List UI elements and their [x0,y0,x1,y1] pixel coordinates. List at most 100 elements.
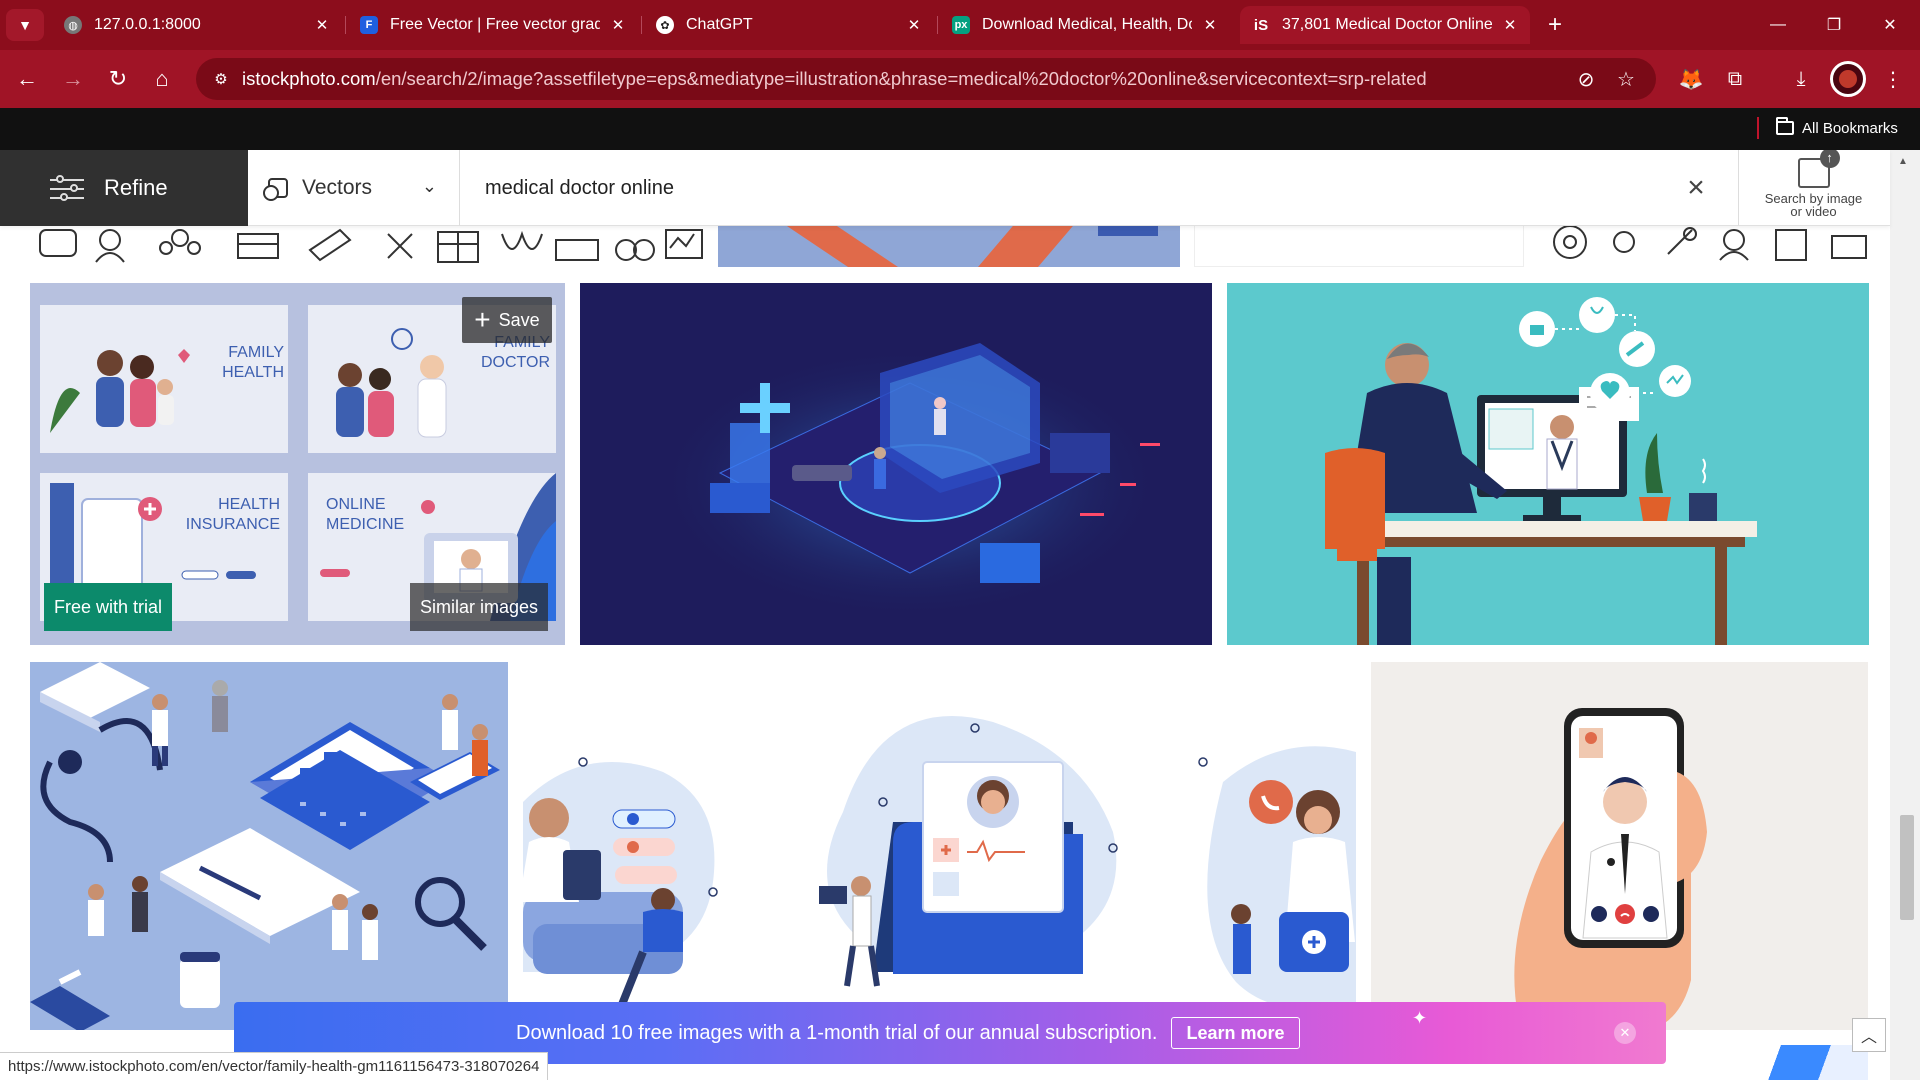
site-settings-icon[interactable]: ⚙ [208,70,234,88]
tab-localhost[interactable]: ◍ 127.0.0.1:8000 ✕ [52,6,342,44]
profile-avatar[interactable] [1830,61,1866,97]
similar-images-button[interactable]: Similar images [410,583,549,631]
tab-search-button[interactable]: ▼ [6,9,44,41]
card-label: INSURANCE [185,516,280,533]
search-by-image-button[interactable]: Search by image or video [1738,150,1888,226]
scrollbar-thumb[interactable] [1900,815,1914,920]
close-icon[interactable]: ✕ [904,15,924,35]
reload-button[interactable]: ↻ [103,64,133,94]
address-bar[interactable]: ⚙ istockphoto.com/en/search/2/image?asse… [196,58,1656,100]
asset-type-label: Vectors [302,176,373,199]
home-button[interactable]: ⌂ [147,64,177,94]
previous-row-icons-tile-1[interactable] [30,220,360,267]
folder-icon [1776,117,1794,135]
card-label: HEALTH [222,364,284,381]
sparkle-icon: ✦ [1412,1008,1428,1028]
promo-message: Download 10 free images with a 1-month t… [516,1021,1158,1044]
star-icon[interactable]: ☆ [1606,58,1646,100]
card-label: MEDICINE [326,516,405,533]
restore-button[interactable]: ❐ [1806,0,1862,50]
result-tile-phone-video-call[interactable] [1371,662,1868,1030]
card-label: FAMILY [228,344,284,361]
previous-row-blank-tile[interactable] [1194,220,1524,267]
close-icon[interactable]: ✕ [1500,15,1520,35]
result-tile-isometric-tech[interactable] [580,283,1212,645]
tab-pexels[interactable]: px Download Medical, Health, Doc ✕ [940,6,1230,44]
eye-off-icon[interactable]: ⊘ [1566,58,1606,100]
plus-icon: + [474,304,491,335]
avatar-icon [1839,70,1857,88]
tab-title: Free Vector | Free vector gradie [390,16,600,33]
download-icon[interactable]: ⤓ [1786,64,1816,94]
tab-divider [345,16,346,34]
card-label: DOCTOR [480,354,550,371]
previous-row-icons-tile-3[interactable] [1540,220,1870,267]
tab-title: 37,801 Medical Doctor Online V [1282,16,1492,33]
chevron-up-icon: ︿ [1860,1029,1877,1046]
isometric-laptop-illustration [30,662,508,1030]
tab-divider [937,16,938,34]
result-tile-telemedicine-scenes[interactable] [523,662,1356,1030]
minimize-button[interactable]: — [1750,0,1806,50]
tab-istock[interactable]: iS 37,801 Medical Doctor Online V ✕ [1240,6,1530,44]
search-input[interactable]: medical doctor online [485,150,674,226]
home-icon: ⌂ [155,66,169,91]
vector-icon [263,178,288,201]
medical-line-icons [1553,225,1867,261]
tab-chatgpt[interactable]: ✿ ChatGPT ✕ [644,6,934,44]
previous-row-illustration[interactable] [718,220,1180,267]
card-online-medicine-text: ONLINE MEDICINE [326,495,416,535]
card-label: HEALTH [218,496,280,513]
previous-row-icons-tile-2[interactable] [374,220,706,267]
medical-line-icons [39,228,352,263]
clear-search-button[interactable]: × [1680,171,1712,204]
close-icon[interactable]: ✕ [608,15,628,35]
arrow-right-icon: → [62,66,84,91]
save-label: Save [498,309,540,330]
learn-more-button[interactable]: Learn more [1171,1017,1300,1049]
kebab-menu-icon[interactable]: ⋮ [1878,64,1908,94]
isometric-tech-illustration [580,283,1212,645]
browser-toolbar: ← → ↻ ⌂ ⚙ istockphoto.com/en/search/2/im… [0,50,1920,108]
extension-fox-icon[interactable]: 🦊 [1676,64,1706,94]
close-icon[interactable]: ✕ [312,15,332,35]
new-tab-button[interactable]: + [1540,10,1570,40]
back-to-top-button[interactable]: ︿ [1852,1018,1886,1052]
page-content: FAMILY HEALTH FAMILY DOCTOR HEALTH INSUR… [0,150,1920,1080]
asset-type-dropdown[interactable]: Vectors ⌄ [248,150,460,226]
telemedicine-scenes-illustration [523,662,1356,1030]
close-promo-button[interactable]: ✕ [1614,1022,1636,1044]
tab-freepik[interactable]: F Free Vector | Free vector gradie ✕ [348,6,638,44]
url-path: /en/search/2/image?assetfiletype=eps&med… [375,68,1427,89]
close-icon: × [1687,171,1705,204]
url-host: istockphoto.com [242,68,376,89]
close-window-button[interactable]: ✕ [1862,0,1918,50]
pexels-icon: px [952,16,970,34]
scroll-up-arrow-icon[interactable]: ▲ [1898,156,1908,167]
result-tile-isometric-laptop[interactable] [30,662,508,1030]
all-bookmarks-label: All Bookmarks [1802,119,1898,137]
phone-video-call-illustration [1371,662,1868,1030]
card-family-health-text: FAMILY HEALTH [218,343,284,383]
url-text[interactable]: istockphoto.com/en/search/2/image?assetf… [242,68,1566,90]
scrollbar[interactable] [1890,150,1920,1080]
tab-divider [641,16,642,34]
close-icon[interactable]: ✕ [1200,15,1220,35]
tab-title: ChatGPT [686,16,753,33]
result-tile-online-consultation[interactable] [1227,283,1869,645]
search-header: Refine Vectors ⌄ medical doctor online ×… [0,150,1890,226]
refine-button[interactable]: Refine [0,150,248,226]
medical-line-icons [387,229,703,263]
bookmarks-divider [1757,117,1759,139]
forward-button[interactable]: → [58,64,88,94]
all-bookmarks-button[interactable]: All Bookmarks [1776,114,1898,142]
back-button[interactable]: ← [12,64,42,94]
puzzle-icon[interactable]: ⧉ [1720,64,1750,94]
online-consultation-illustration [1227,283,1869,645]
card-label: ONLINE [326,496,386,513]
freepik-icon: F [360,16,378,34]
tab-title: Download Medical, Health, Doc [982,16,1192,33]
tab-title: 127.0.0.1:8000 [94,16,201,33]
globe-icon: ◍ [64,16,82,34]
save-button[interactable]: + Save [462,297,552,343]
